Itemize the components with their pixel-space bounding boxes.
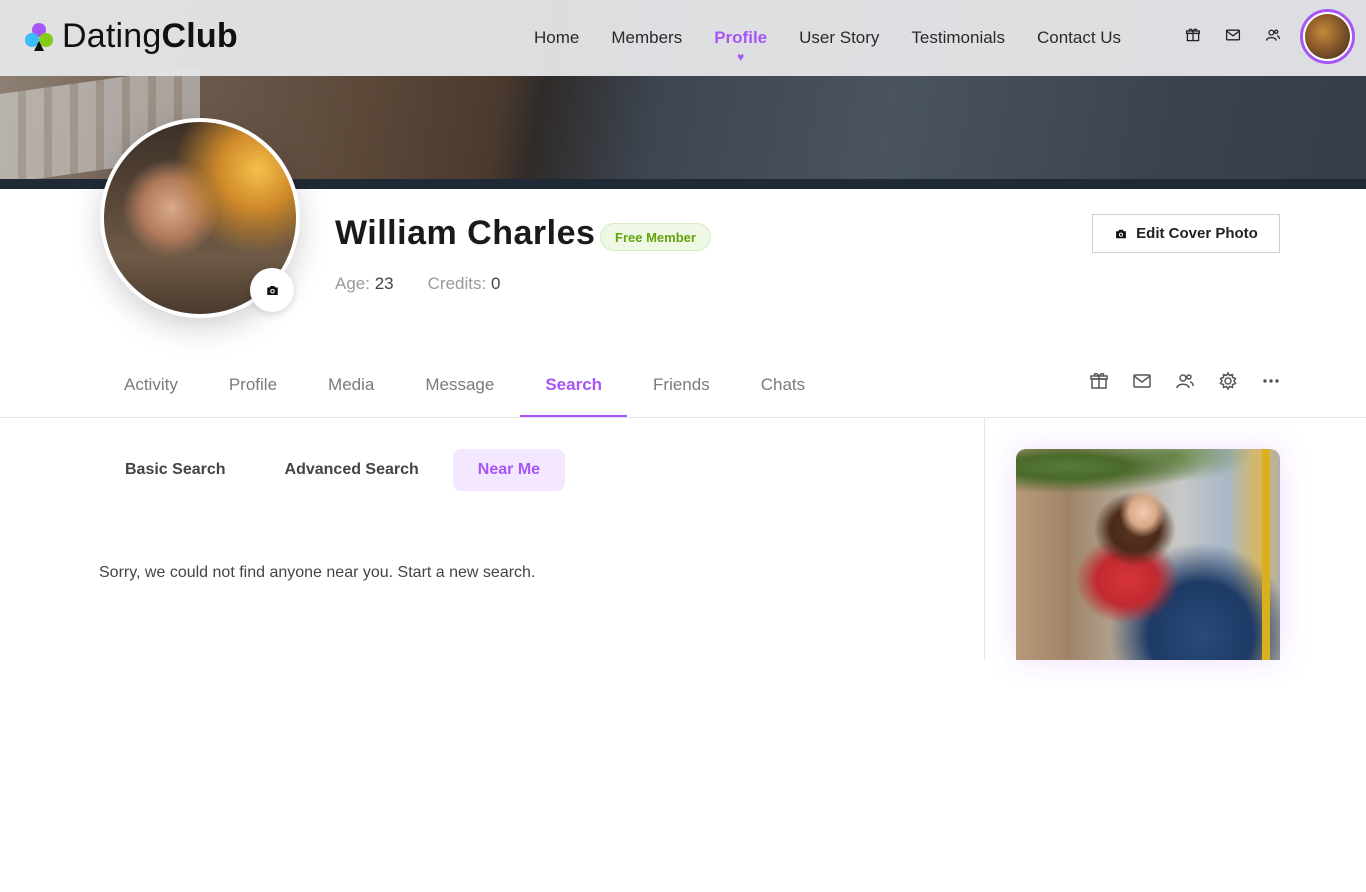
- empty-results-message: Sorry, we could not find anyone near you…: [99, 564, 536, 581]
- profile-meta: Age: 23 Credits: 0: [335, 274, 500, 294]
- site-header: DatingClub Home Members Profile User Sto…: [0, 0, 1366, 76]
- nav-profile[interactable]: Profile: [714, 28, 767, 48]
- header-icons: [1184, 26, 1282, 44]
- nav-home[interactable]: Home: [534, 28, 579, 48]
- tab-chats[interactable]: Chats: [761, 360, 805, 418]
- nav-members[interactable]: Members: [611, 28, 682, 48]
- profile-tabs: Activity Profile Media Message Search Fr…: [124, 360, 856, 418]
- sidebar-divider: [984, 418, 985, 660]
- gear-icon[interactable]: [1218, 371, 1238, 391]
- age-info: Age: 23: [335, 274, 394, 293]
- tab-activity[interactable]: Activity: [124, 360, 178, 418]
- mail-icon[interactable]: [1132, 371, 1152, 391]
- profile-name: William Charles: [335, 214, 596, 252]
- mail-icon[interactable]: [1224, 26, 1242, 44]
- camera-icon: [1116, 229, 1127, 238]
- subtab-basic-search[interactable]: Basic Search: [100, 449, 251, 491]
- gift-icon[interactable]: [1184, 26, 1202, 44]
- logo-mark-icon: [24, 21, 54, 53]
- membership-badge: Free Member: [600, 223, 711, 251]
- nav-testimonials[interactable]: Testimonials: [911, 28, 1005, 48]
- logo-text: DatingClub: [62, 17, 238, 55]
- tabs-divider: [0, 417, 1366, 418]
- tab-message[interactable]: Message: [425, 360, 494, 418]
- profile-action-icons: [1089, 371, 1281, 391]
- tab-profile[interactable]: Profile: [229, 360, 277, 418]
- tab-media[interactable]: Media: [328, 360, 374, 418]
- tab-friends[interactable]: Friends: [653, 360, 710, 418]
- users-icon[interactable]: [1175, 371, 1195, 391]
- user-avatar[interactable]: [1300, 9, 1355, 64]
- users-icon[interactable]: [1264, 26, 1282, 44]
- main-nav: Home Members Profile User Story Testimon…: [534, 0, 1153, 76]
- more-icon[interactable]: [1261, 371, 1281, 391]
- edit-cover-photo-button[interactable]: Edit Cover Photo: [1092, 214, 1280, 253]
- nav-user-story[interactable]: User Story: [799, 28, 879, 48]
- search-subtabs: Basic Search Advanced Search Near Me: [100, 449, 574, 491]
- change-avatar-button[interactable]: [250, 268, 294, 312]
- camera-icon: [266, 285, 278, 295]
- gift-icon[interactable]: [1089, 371, 1109, 391]
- sidebar-member-photo[interactable]: [1016, 449, 1280, 660]
- tab-search[interactable]: Search: [520, 360, 627, 418]
- site-logo[interactable]: DatingClub: [24, 17, 238, 56]
- credits-info: Credits: 0: [427, 274, 501, 293]
- subtab-advanced-search[interactable]: Advanced Search: [260, 449, 444, 491]
- subtab-near-me[interactable]: Near Me: [452, 449, 566, 491]
- edit-cover-label: Edit Cover Photo: [1136, 225, 1258, 242]
- nav-contact-us[interactable]: Contact Us: [1037, 28, 1121, 48]
